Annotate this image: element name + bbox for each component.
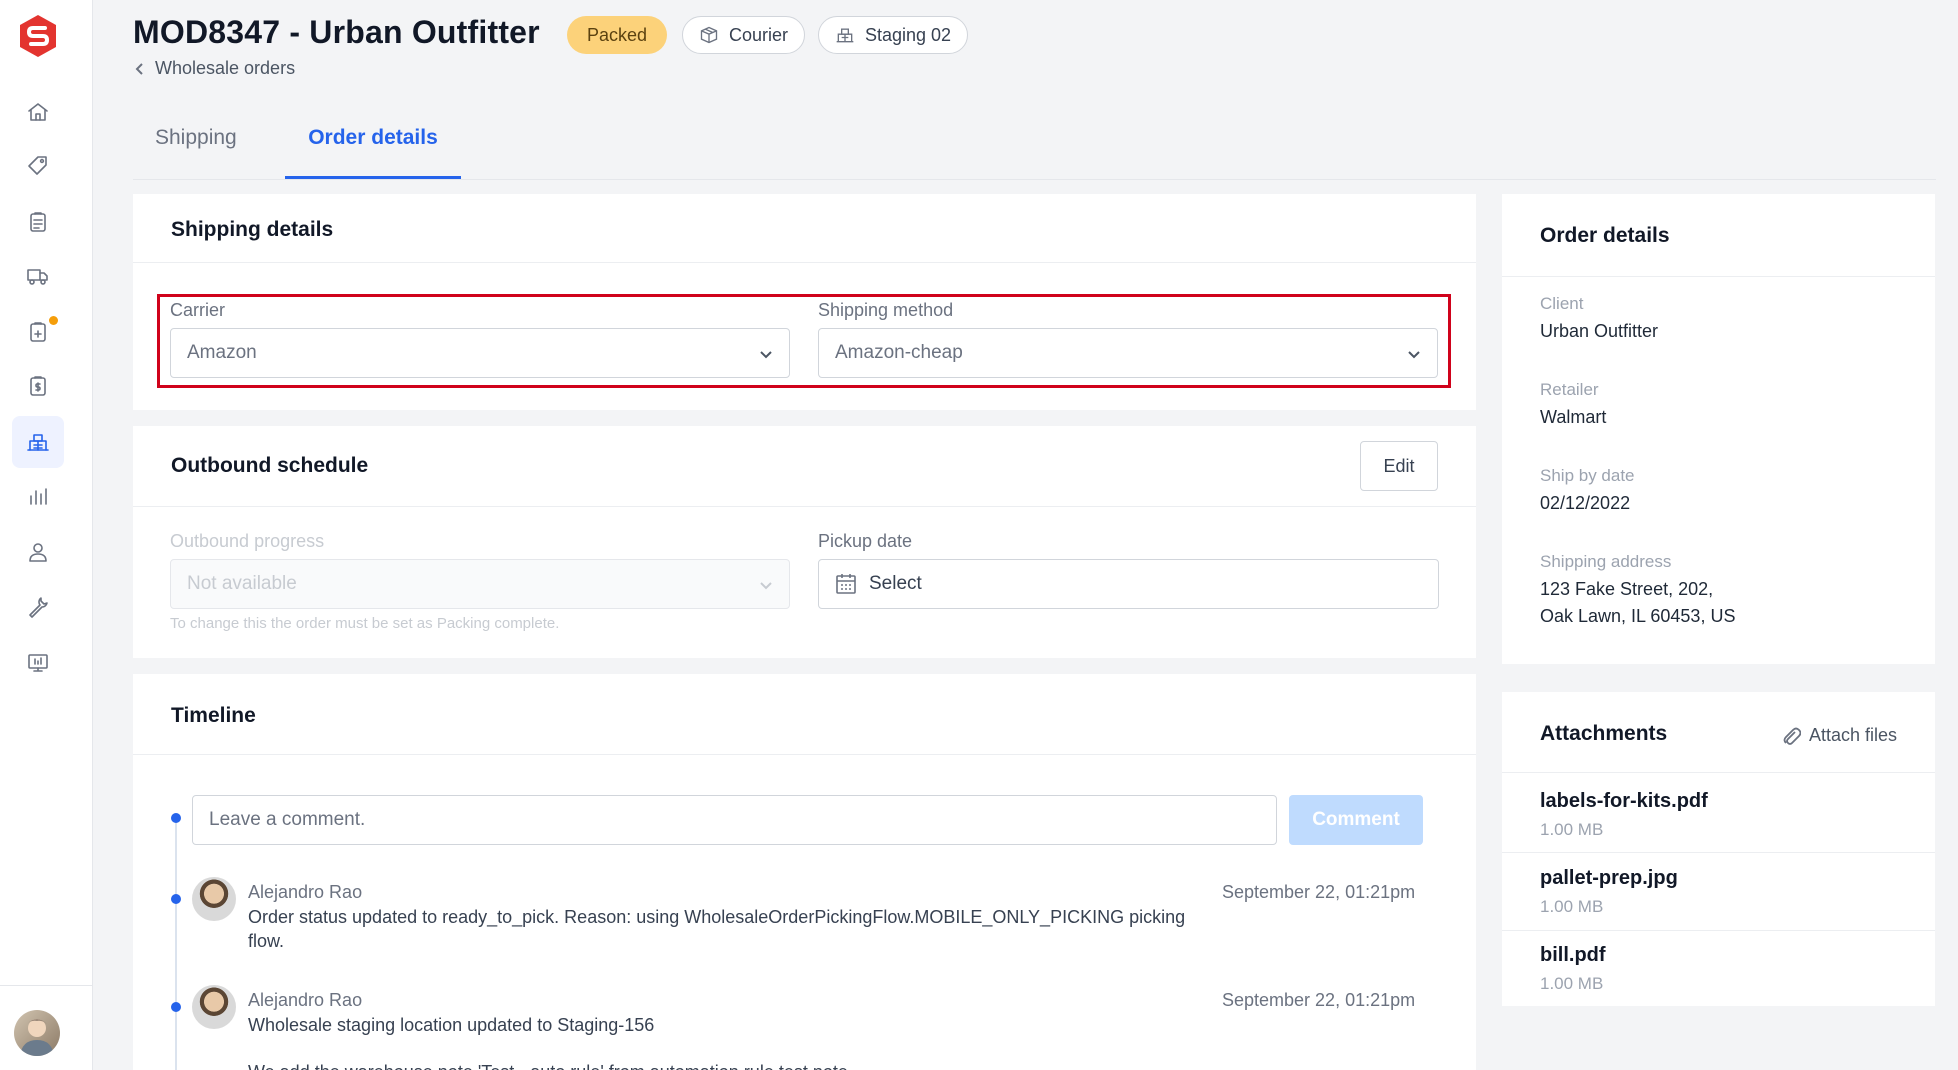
timeline-dot [171, 894, 181, 904]
timeline-text-partial: We add the warehouse note 'Test - auto r… [248, 1060, 1188, 1070]
box-icon [700, 26, 718, 44]
retailer-value: Walmart [1540, 407, 1607, 427]
notification-dot [49, 316, 58, 325]
nav-tools-icon[interactable] [12, 580, 64, 632]
timeline-text: Wholesale staging location updated to St… [248, 1015, 655, 1035]
timeline-author: Alejandro Rao [248, 882, 363, 902]
chevron-down-icon [1408, 351, 1420, 359]
user-avatar[interactable] [14, 1010, 60, 1056]
outbound-progress-select: Not available [170, 559, 790, 609]
avatar [192, 877, 236, 921]
nav-analytics-icon[interactable] [12, 470, 64, 522]
shipping-details-title: Shipping details [171, 218, 334, 241]
client-label: Client [1540, 294, 1584, 313]
timeline-title: Timeline [171, 704, 256, 727]
comment-input[interactable]: Leave a comment. [192, 795, 1277, 845]
attach-files-button[interactable]: Attach files [1781, 725, 1897, 746]
attachment-file-size: 1.00 MB [1540, 897, 1604, 916]
attachment-file-name[interactable]: labels-for-kits.pdf [1540, 790, 1708, 813]
nav-home-icon[interactable] [12, 86, 64, 138]
chevron-left-icon [135, 62, 143, 75]
pickup-date-input[interactable]: Select [818, 559, 1439, 609]
outbound-schedule-title: Outbound schedule [171, 454, 369, 477]
pickup-date-placeholder: Select [869, 573, 922, 594]
pickup-date-label: Pickup date [818, 531, 913, 551]
ship-by-value: 02/12/2022 [1540, 493, 1631, 513]
tabs-divider [133, 179, 1936, 180]
calendar-icon [836, 574, 856, 594]
sidebar [0, 0, 93, 1070]
outbound-progress-value: Not available [187, 573, 297, 594]
attach-files-label: Attach files [1808, 725, 1897, 745]
attachments-title: Attachments [1540, 722, 1668, 745]
staging-badge-label: Staging 02 [865, 24, 952, 45]
sidebar-divider [0, 985, 93, 986]
client-value: Urban Outfitter [1540, 321, 1659, 341]
shipping-address-line1: 123 Fake Street, 202, [1540, 579, 1714, 599]
outbound-progress-label: Outbound progress [170, 531, 325, 551]
attachment-file-size: 1.00 MB [1540, 974, 1604, 993]
page-title: MOD8347 - Urban Outfitter [133, 14, 540, 50]
card-divider [133, 262, 1476, 263]
breadcrumb-label: Wholesale orders [155, 58, 296, 78]
card-divider [1502, 852, 1935, 853]
nav-users-icon[interactable] [12, 526, 64, 578]
order-details-title: Order details [1540, 224, 1670, 247]
timeline-dot [171, 1002, 181, 1012]
courier-badge-label: Courier [729, 24, 789, 45]
timeline-dot [171, 813, 181, 823]
carrier-select[interactable]: Amazon [170, 328, 790, 378]
paperclip-icon [1783, 727, 1801, 745]
shipping-address-line2: Oak Lawn, IL 60453, US [1540, 606, 1736, 626]
carrier-label: Carrier [170, 300, 226, 320]
nav-billing-icon[interactable] [12, 360, 64, 412]
breadcrumb[interactable]: Wholesale orders [133, 58, 295, 79]
card-divider [1502, 930, 1935, 931]
chevron-down-icon [760, 351, 772, 359]
card-divider [133, 754, 1476, 755]
shipping-method-select[interactable]: Amazon-cheap [818, 328, 1438, 378]
status-badge: Packed [567, 16, 668, 54]
order-details-card: Order details Client Urban Outfitter Ret… [1502, 194, 1935, 664]
brand-logo-icon[interactable] [14, 12, 62, 60]
shipping-method-value: Amazon-cheap [835, 342, 963, 363]
tab-order-details[interactable]: Order details [285, 126, 461, 180]
warehouse-icon [836, 28, 854, 43]
ship-by-label: Ship by date [1540, 466, 1635, 485]
nav-clipboard-icon[interactable] [12, 196, 64, 248]
timeline-author: Alejandro Rao [248, 990, 363, 1010]
avatar [192, 985, 236, 1029]
shipping-method-label: Shipping method [818, 300, 954, 320]
nav-returns-icon[interactable] [12, 306, 64, 358]
edit-button[interactable]: Edit [1360, 441, 1438, 491]
card-divider [133, 506, 1476, 507]
nav-tag-icon[interactable] [12, 140, 64, 192]
timeline-text: Order status updated to ready_to_pick. R… [248, 907, 1186, 951]
attachment-file-size: 1.00 MB [1540, 820, 1604, 839]
nav-warehouse-icon[interactable] [12, 416, 64, 468]
staging-badge[interactable]: Staging 02 [818, 16, 969, 54]
card-divider [1502, 772, 1935, 773]
tab-shipping[interactable]: Shipping [155, 126, 237, 180]
shipping-address-label: Shipping address [1540, 552, 1672, 571]
comment-button[interactable]: Comment [1289, 795, 1423, 845]
retailer-label: Retailer [1540, 380, 1599, 399]
attachments-card: Attachments Attach files labels-for-kits… [1502, 692, 1935, 1006]
attachment-file-name[interactable]: bill.pdf [1540, 944, 1606, 967]
courier-badge[interactable]: Courier [682, 16, 806, 54]
outbound-progress-hint: To change this the order must be set as … [170, 615, 560, 632]
timeline-timestamp: September 22, 01:21pm [1222, 990, 1416, 1010]
nav-reports-icon[interactable] [12, 636, 64, 688]
carrier-value: Amazon [187, 342, 257, 363]
timeline-timestamp: September 22, 01:21pm [1222, 882, 1416, 902]
nav-truck-icon[interactable] [12, 250, 64, 302]
card-divider [1502, 276, 1935, 277]
timeline-line [175, 820, 177, 1070]
chevron-down-icon [760, 582, 772, 590]
attachment-file-name[interactable]: pallet-prep.jpg [1540, 867, 1678, 890]
